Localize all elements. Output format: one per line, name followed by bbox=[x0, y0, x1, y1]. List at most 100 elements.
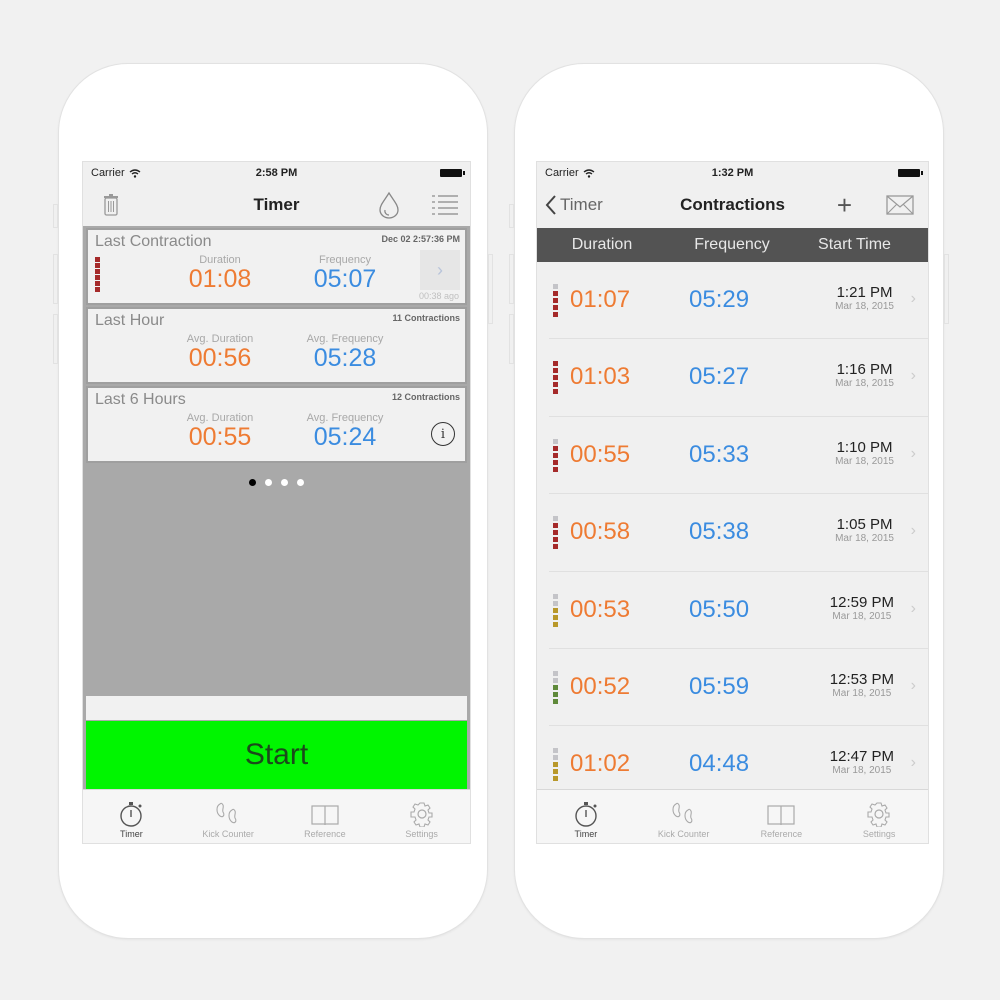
back-button[interactable]: Timer bbox=[545, 195, 603, 215]
start-time-value: 1:21 PM bbox=[836, 284, 893, 301]
mail-icon[interactable] bbox=[886, 195, 914, 215]
intensity-bar bbox=[553, 298, 558, 303]
intensity-bar bbox=[553, 305, 558, 310]
intensity-bar bbox=[553, 361, 558, 367]
duration-value: 00:58 bbox=[570, 518, 631, 546]
column-duration[interactable]: Duration bbox=[557, 236, 647, 254]
intensity-bar bbox=[553, 607, 558, 613]
intensity-bar bbox=[95, 281, 100, 286]
intensity-bar bbox=[553, 438, 558, 444]
add-button[interactable]: + bbox=[837, 190, 852, 221]
start-time-value: 12:59 PM bbox=[829, 593, 894, 611]
card-title: Last 6 Hours bbox=[95, 391, 186, 408]
page-dot[interactable] bbox=[265, 479, 272, 486]
duration-value: 01:08 bbox=[188, 265, 252, 293]
footprints-icon bbox=[672, 802, 692, 824]
start-time: 1:05 PM Mar 18, 2015 bbox=[835, 516, 894, 544]
start-time: 1:21 PM Mar 18, 2015 bbox=[835, 284, 894, 312]
avg-duration-stat: Avg. Duration 00:56 bbox=[170, 333, 270, 371]
table-row[interactable]: 00:55 05:33 1:10 PM Mar 18, 2015 › bbox=[549, 417, 928, 495]
chevron-right-icon: › bbox=[910, 444, 916, 462]
intensity-bar bbox=[553, 544, 558, 550]
intensity-bar bbox=[95, 269, 100, 274]
table-row[interactable]: 01:07 05:29 1:21 PM Mar 18, 2015 › bbox=[549, 262, 928, 340]
intensity-bar bbox=[95, 263, 100, 268]
intensity-bar bbox=[553, 755, 558, 761]
intensity-bar bbox=[553, 445, 558, 451]
mute-switch bbox=[53, 204, 58, 228]
frequency-value: 05:27 bbox=[689, 363, 750, 391]
tab-label: Kick Counter bbox=[202, 829, 254, 839]
avg-frequency-stat: Avg. Frequency 05:24 bbox=[290, 412, 400, 450]
gear-icon bbox=[410, 802, 433, 827]
phone-frame-left: Carrier 2:58 PM Timer Last Contraction D… bbox=[53, 63, 493, 939]
table-row[interactable]: 00:52 05:59 12:53 PM Mar 18, 2015 › bbox=[549, 649, 928, 727]
avg-frequency-value: 05:28 bbox=[313, 344, 377, 372]
chevron-right-icon: › bbox=[910, 599, 916, 617]
tab-kick-counter[interactable]: Kick Counter bbox=[635, 790, 733, 843]
start-button[interactable]: Start bbox=[86, 721, 467, 789]
contraction-count: 12 Contractions bbox=[391, 392, 460, 402]
intensity-bar bbox=[553, 523, 558, 529]
book-icon bbox=[767, 805, 795, 825]
frequency-value: 04:48 bbox=[689, 750, 750, 778]
tab-settings[interactable]: Settings bbox=[830, 790, 928, 843]
last-contraction-card[interactable]: Last Contraction Dec 02 2:57:36 PM Durat… bbox=[86, 228, 467, 305]
page-dot[interactable] bbox=[281, 479, 288, 486]
start-time-value: 1:16 PM bbox=[836, 361, 893, 379]
duration-value: 01:03 bbox=[570, 363, 631, 391]
stopwatch-icon bbox=[575, 802, 597, 827]
chevron-right-icon: › bbox=[910, 367, 916, 385]
table-row[interactable]: 01:02 04:48 12:47 PM Mar 18, 2015 › bbox=[549, 726, 928, 789]
column-frequency[interactable]: Frequency bbox=[682, 236, 782, 254]
column-start-time[interactable]: Start Time bbox=[802, 236, 907, 254]
info-icon[interactable]: i bbox=[431, 422, 455, 446]
intensity-bar bbox=[95, 287, 100, 292]
tab-reference[interactable]: Reference bbox=[277, 790, 374, 843]
tab-settings[interactable]: Settings bbox=[373, 790, 470, 843]
intensity-bar bbox=[553, 684, 558, 690]
intensity-bar bbox=[553, 459, 558, 465]
tab-timer[interactable]: Timer bbox=[537, 790, 635, 843]
intensity-bar bbox=[553, 762, 558, 768]
chevron-right-icon[interactable]: › bbox=[420, 250, 460, 290]
tab-kick-counter[interactable]: Kick Counter bbox=[180, 790, 277, 843]
card-title: Last Hour bbox=[95, 312, 165, 329]
page-indicator[interactable] bbox=[83, 479, 470, 486]
tab-label: Settings bbox=[405, 829, 438, 839]
intensity-bar bbox=[553, 677, 558, 683]
drop-icon[interactable] bbox=[378, 191, 400, 219]
frequency-value: 05:50 bbox=[689, 595, 750, 623]
table-header: Duration Frequency Start Time bbox=[537, 228, 928, 262]
intensity-bar bbox=[553, 614, 558, 620]
chevron-right-icon: › bbox=[910, 290, 916, 307]
duration-value: 01:07 bbox=[570, 286, 631, 313]
list-icon[interactable] bbox=[432, 194, 458, 216]
table-row[interactable]: 00:53 05:50 12:59 PM Mar 18, 2015 › bbox=[549, 572, 928, 649]
intensity-bar bbox=[553, 466, 558, 472]
page-dot[interactable] bbox=[297, 479, 304, 486]
intensity-bar bbox=[553, 375, 558, 381]
status-bar: Carrier 2:58 PM bbox=[83, 162, 470, 184]
back-label: Timer bbox=[560, 195, 603, 214]
phone-frame-right: Carrier 1:32 PM Timer Contractions + Dur… bbox=[509, 63, 949, 939]
start-date-value: Mar 18, 2015 bbox=[832, 765, 892, 777]
last-contraction-timestamp: Dec 02 2:57:36 PM bbox=[381, 234, 460, 244]
power-button bbox=[488, 254, 493, 324]
mute-switch bbox=[509, 204, 514, 228]
tab-label: Timer bbox=[574, 829, 598, 839]
page-dot[interactable] bbox=[249, 479, 256, 486]
trash-icon[interactable] bbox=[103, 194, 119, 216]
avg-duration-value: 00:55 bbox=[188, 423, 252, 451]
duration-value: 00:55 bbox=[570, 440, 631, 468]
tab-reference[interactable]: Reference bbox=[733, 790, 831, 843]
intensity-bar bbox=[553, 691, 558, 697]
tab-timer[interactable]: Timer bbox=[83, 790, 180, 843]
table-row[interactable]: 01:03 05:27 1:16 PM Mar 18, 2015 › bbox=[549, 339, 928, 417]
tab-bar: Timer Kick Counter Reference Settings bbox=[537, 789, 928, 843]
intensity-bars bbox=[553, 361, 558, 395]
table-row[interactable]: 00:58 05:38 1:05 PM Mar 18, 2015 › bbox=[549, 494, 928, 572]
intensity-bar bbox=[553, 748, 558, 754]
intensity-bar bbox=[553, 698, 558, 704]
start-date-value: Mar 18, 2015 bbox=[832, 687, 892, 699]
